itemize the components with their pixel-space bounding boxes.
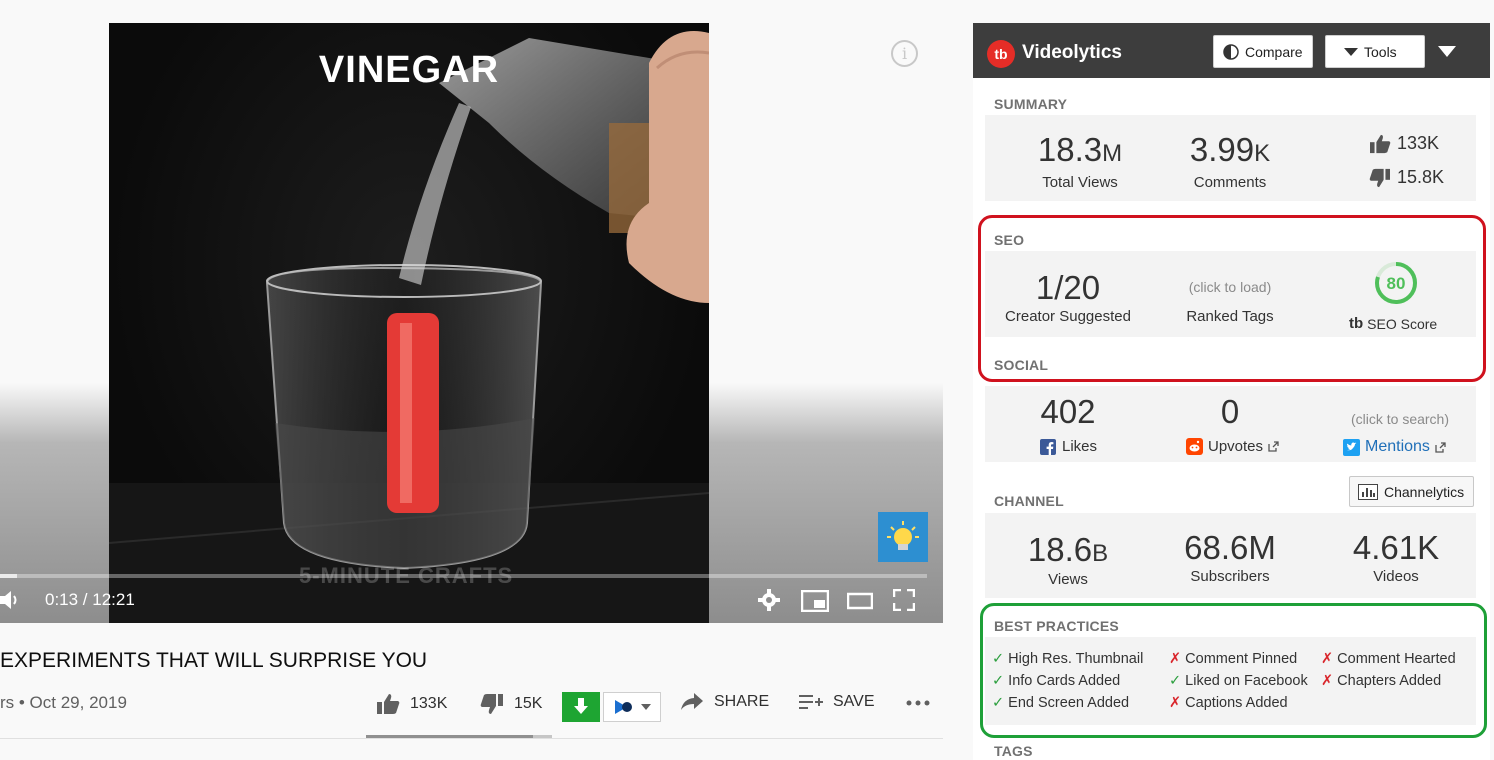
video-frame[interactable]: VINEGAR xyxy=(109,23,709,623)
share-label: SHARE xyxy=(714,693,770,710)
highlight-box-seo-social xyxy=(978,215,1486,382)
chevron-down-icon xyxy=(641,704,651,710)
summary-dislikes-value: 15.8K xyxy=(1397,167,1445,187)
tubebuddy-logo-icon: tb xyxy=(987,40,1015,68)
like-button[interactable]: 133K xyxy=(376,693,447,715)
add-to-playlist-icon xyxy=(799,695,823,709)
download-arrow-icon xyxy=(574,698,588,714)
channel-subscribers-value: 68.6M xyxy=(1184,529,1276,566)
video-scene xyxy=(109,31,709,623)
total-views-label: Total Views xyxy=(1042,174,1118,191)
progress-played xyxy=(0,574,17,578)
compare-button[interactable]: Compare xyxy=(1213,35,1313,68)
dislike-count: 15K xyxy=(514,695,543,712)
screen: VINEGAR 5-MINUTE CRAFTS i 0:13 / 12:21 E… xyxy=(0,0,1494,760)
channelytics-button[interactable]: Channelytics xyxy=(1349,476,1474,507)
channel-subscribers-label: Subscribers xyxy=(1190,568,1270,585)
twitter-search-link[interactable]: (click to search) xyxy=(1335,411,1465,427)
channel-videos-label: Videos xyxy=(1373,568,1419,585)
save-label: SAVE xyxy=(833,693,875,710)
save-button[interactable]: SAVE xyxy=(799,693,875,711)
dislike-button[interactable]: 15K xyxy=(480,693,542,715)
channel-views-label: Views xyxy=(1048,571,1088,588)
reddit-icon xyxy=(1186,438,1203,455)
divider xyxy=(0,738,943,739)
channel-card: 18.6B Views 68.6M Subscribers 4.61K Vide… xyxy=(985,513,1476,598)
reddit-upvotes-link[interactable]: Upvotes xyxy=(1186,438,1279,455)
lightbulb-icon[interactable] xyxy=(878,512,928,562)
channel-views-value: 18.6B xyxy=(1027,531,1109,568)
extension-logo-icon xyxy=(615,700,632,714)
thumbs-down-icon xyxy=(1369,168,1390,187)
comments-label: Comments xyxy=(1193,174,1267,191)
facebook-likes-label: Likes xyxy=(1062,438,1098,455)
facebook-likes: Likes xyxy=(1040,438,1097,455)
dropdown-triangle-icon xyxy=(1344,47,1358,56)
summary-dislikes: 15.8K xyxy=(1369,167,1444,188)
external-link-icon xyxy=(1435,441,1446,453)
theater-mode-icon[interactable] xyxy=(846,592,874,615)
twitter-mentions-link[interactable]: Mentions xyxy=(1343,438,1446,456)
half-circle-icon xyxy=(1223,43,1239,60)
video-meta: rs • Oct 29, 2019 xyxy=(0,693,127,712)
info-button[interactable]: i xyxy=(891,40,918,67)
channel-label: CHANNEL xyxy=(994,493,1064,509)
summary-likes-value: 133K xyxy=(1397,133,1440,153)
summary-card: 18.3M Total Views 3.99K Comments 133K 15… xyxy=(985,115,1476,201)
panel-brand: Videolytics xyxy=(1022,42,1122,63)
comments-value: 3.99K xyxy=(1189,131,1271,168)
video-overlay-text: VINEGAR xyxy=(318,49,500,91)
summary-likes: 133K xyxy=(1369,133,1439,154)
extension-dropdown-button[interactable] xyxy=(603,692,661,722)
miniplayer-icon[interactable] xyxy=(800,589,830,617)
settings-gear-icon[interactable] xyxy=(758,589,780,616)
collapse-chevron-icon[interactable] xyxy=(1438,44,1456,62)
tools-label: Tools xyxy=(1364,43,1397,60)
volume-icon[interactable] xyxy=(0,589,22,616)
reddit-upvotes-value: 0 xyxy=(1220,393,1240,430)
thumbs-up-icon xyxy=(377,694,400,714)
download-button[interactable] xyxy=(562,692,600,722)
share-arrow-icon xyxy=(681,693,703,710)
social-card: 402 Likes 0 Upvotes (click to search) Me… xyxy=(985,386,1476,462)
summary-label: SUMMARY xyxy=(994,96,1068,112)
fullscreen-icon[interactable] xyxy=(892,588,916,616)
tags-label: TAGS xyxy=(994,743,1033,759)
more-dots-icon xyxy=(906,700,930,706)
tools-button[interactable]: Tools xyxy=(1325,35,1425,68)
channel-videos-value: 4.61K xyxy=(1352,529,1440,566)
channelytics-label: Channelytics xyxy=(1384,483,1465,500)
highlight-box-best-practices xyxy=(980,603,1487,738)
video-title: EXPERIMENTS THAT WILL SURPRISE YOU xyxy=(0,649,428,672)
bar-chart-icon xyxy=(1358,483,1378,500)
share-button[interactable]: SHARE xyxy=(680,693,769,711)
thumbs-down-icon xyxy=(480,694,503,714)
panel-header: tb Videolytics Compare Tools xyxy=(973,23,1490,78)
twitter-icon xyxy=(1343,438,1360,456)
like-count: 133K xyxy=(410,695,448,712)
reddit-upvotes-label: Upvotes xyxy=(1208,438,1264,455)
external-link-icon xyxy=(1268,441,1279,452)
time-display: 0:13 / 12:21 xyxy=(45,590,135,609)
more-actions-button[interactable] xyxy=(906,700,930,706)
video-player[interactable]: VINEGAR 5-MINUTE CRAFTS i 0:13 / 12:21 xyxy=(0,23,943,623)
thumbs-up-icon xyxy=(1370,134,1391,153)
facebook-likes-value: 402 xyxy=(1040,393,1096,430)
twitter-mentions-label: Mentions xyxy=(1365,438,1430,455)
facebook-icon xyxy=(1040,438,1056,455)
progress-bar[interactable] xyxy=(0,574,927,578)
compare-label: Compare xyxy=(1245,43,1303,60)
total-views-value: 18.3M xyxy=(1037,131,1123,168)
